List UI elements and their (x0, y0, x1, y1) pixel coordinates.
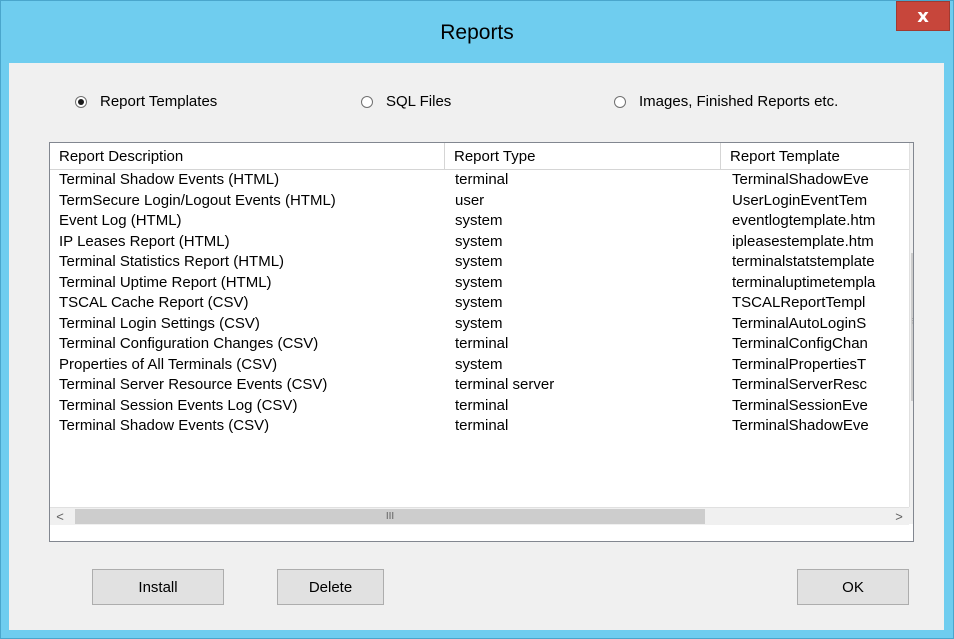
cell-type: terminal server (455, 376, 555, 393)
scroll-right-icon[interactable]: > (889, 508, 909, 525)
grip-icon: ≡ (912, 313, 913, 328)
cell-template: TerminalServerResc (732, 376, 868, 393)
table-row[interactable]: TermSecure Login/Logout Events (HTML) use… (50, 191, 910, 212)
cell-template: terminaluptimetempla (732, 273, 876, 291)
radio-label: SQL Files (386, 93, 452, 110)
cell-type: system (455, 232, 503, 250)
cell-template: UserLoginEventTem (732, 191, 868, 209)
cell-template: ipleasestemplate.htm (732, 232, 874, 250)
radio-label: Images, Finished Reports etc. (639, 93, 839, 110)
cell-type: system (455, 314, 503, 332)
cell-description: Terminal Session Events Log (CSV) (59, 396, 298, 414)
cell-type: user (455, 191, 485, 209)
cell-type: system (455, 212, 503, 229)
radio-unchecked-icon (614, 95, 626, 108)
radio-sql-files[interactable]: SQL Files (361, 93, 451, 110)
table-row[interactable]: Properties of All Terminals (CSV) system T… (50, 355, 910, 376)
cell-type: terminal (455, 171, 509, 188)
cell-description: TermSecure Login/Logout Events (HTML) (59, 191, 336, 209)
close-button[interactable]: x (896, 1, 950, 31)
delete-button[interactable]: Delete (277, 569, 384, 605)
cell-template: TerminalSessionEve (732, 396, 868, 414)
cell-template: TSCALReportTempl (732, 294, 866, 311)
cell-template: TerminalPropertiesT (732, 355, 867, 373)
table-row[interactable]: Terminal Session Events Log (CSV) termina… (50, 396, 910, 417)
table-row[interactable]: Terminal Statistics Report (HTML) system t… (50, 252, 910, 273)
table-row[interactable]: TSCAL Cache Report (CSV) system TSCALRepor… (50, 293, 910, 314)
list-header: Report Description Report Type Report Te… (50, 143, 910, 170)
table-row[interactable]: Terminal Configuration Changes (CSV) term… (50, 334, 910, 355)
vertical-scrollbar[interactable]: ^ ≡ v (909, 143, 913, 507)
cell-description: TSCAL Cache Report (CSV) (59, 294, 249, 311)
scroll-up-icon[interactable]: ^ (910, 143, 913, 163)
cell-template: eventlogtemplate.htm (732, 212, 876, 229)
table-row[interactable]: Terminal Shadow Events (HTML) terminal Ter… (50, 170, 910, 191)
ok-button[interactable]: OK (797, 569, 909, 605)
install-button[interactable]: Install (92, 569, 224, 605)
reports-dialog: Reports x Report Templates SQL Files Ima… (0, 0, 954, 639)
scroll-left-icon[interactable]: < (50, 508, 70, 525)
cell-description: Terminal Configuration Changes (CSV) (59, 335, 319, 352)
column-header-report-type[interactable]: Report Type (445, 143, 721, 170)
cell-template: TerminalConfigChan (732, 335, 868, 352)
table-row[interactable]: Event Log (HTML) system eventlogtemplate.h… (50, 211, 910, 232)
table-row[interactable]: Terminal Server Resource Events (CSV) ter… (50, 375, 910, 396)
horizontal-scroll-thumb[interactable]: III (75, 509, 705, 524)
title-bar[interactable]: Reports x (1, 1, 953, 44)
cell-template: TerminalShadowEve (732, 417, 869, 434)
column-header-report-template[interactable]: Report Template (721, 143, 910, 170)
scroll-down-icon[interactable]: v (910, 487, 913, 507)
radio-images-finished-reports[interactable]: Images, Finished Reports etc. (614, 93, 838, 110)
cell-description: Terminal Uptime Report (HTML) (59, 273, 272, 291)
list-rows: Terminal Shadow Events (HTML) terminal Ter… (50, 170, 910, 437)
cell-type: system (455, 294, 503, 311)
cell-template: terminalstatstemplate (732, 253, 875, 270)
cell-description: Terminal Shadow Events (HTML) (59, 171, 280, 188)
cell-description: Terminal Login Settings (CSV) (59, 314, 260, 332)
horizontal-scrollbar[interactable]: < III > (50, 507, 909, 525)
window-title: Reports (440, 21, 514, 44)
radio-checked-icon (75, 95, 87, 108)
cell-type: terminal (455, 417, 509, 434)
table-row[interactable]: Terminal Login Settings (CSV) system Termi… (50, 314, 910, 335)
cell-type: system (455, 253, 503, 270)
radio-label: Report Templates (100, 93, 218, 110)
cell-template: TerminalShadowEve (732, 171, 869, 188)
cell-type: terminal (455, 335, 509, 352)
table-row[interactable]: Terminal Uptime Report (HTML) system termi… (50, 273, 910, 294)
table-row[interactable]: Terminal Shadow Events (CSV) terminal Term… (50, 416, 910, 437)
report-list[interactable]: Report Description Report Type Report Te… (49, 142, 914, 542)
vertical-scroll-thumb[interactable]: ≡ (911, 253, 913, 401)
cell-description: Terminal Statistics Report (HTML) (59, 253, 285, 270)
table-row[interactable]: IP Leases Report (HTML) system ipleasestem… (50, 232, 910, 253)
cell-description: IP Leases Report (HTML) (59, 232, 230, 250)
scrollbar-corner (909, 507, 913, 524)
close-icon: x (917, 5, 929, 27)
cell-description: Terminal Shadow Events (CSV) (59, 417, 270, 434)
dialog-body: Report Templates SQL Files Images, Finis… (9, 63, 944, 630)
cell-type: system (455, 273, 503, 291)
column-header-report-description[interactable]: Report Description (50, 143, 445, 170)
cell-type: terminal (455, 396, 509, 414)
cell-description: Properties of All Terminals (CSV) (59, 355, 278, 373)
cell-description: Terminal Server Resource Events (CSV) (59, 376, 328, 393)
cell-description: Event Log (HTML) (59, 212, 182, 229)
cell-type: system (455, 355, 503, 373)
cell-template: TerminalAutoLoginS (732, 314, 867, 332)
radio-report-templates[interactable]: Report Templates (75, 93, 217, 110)
radio-unchecked-icon (361, 95, 373, 108)
